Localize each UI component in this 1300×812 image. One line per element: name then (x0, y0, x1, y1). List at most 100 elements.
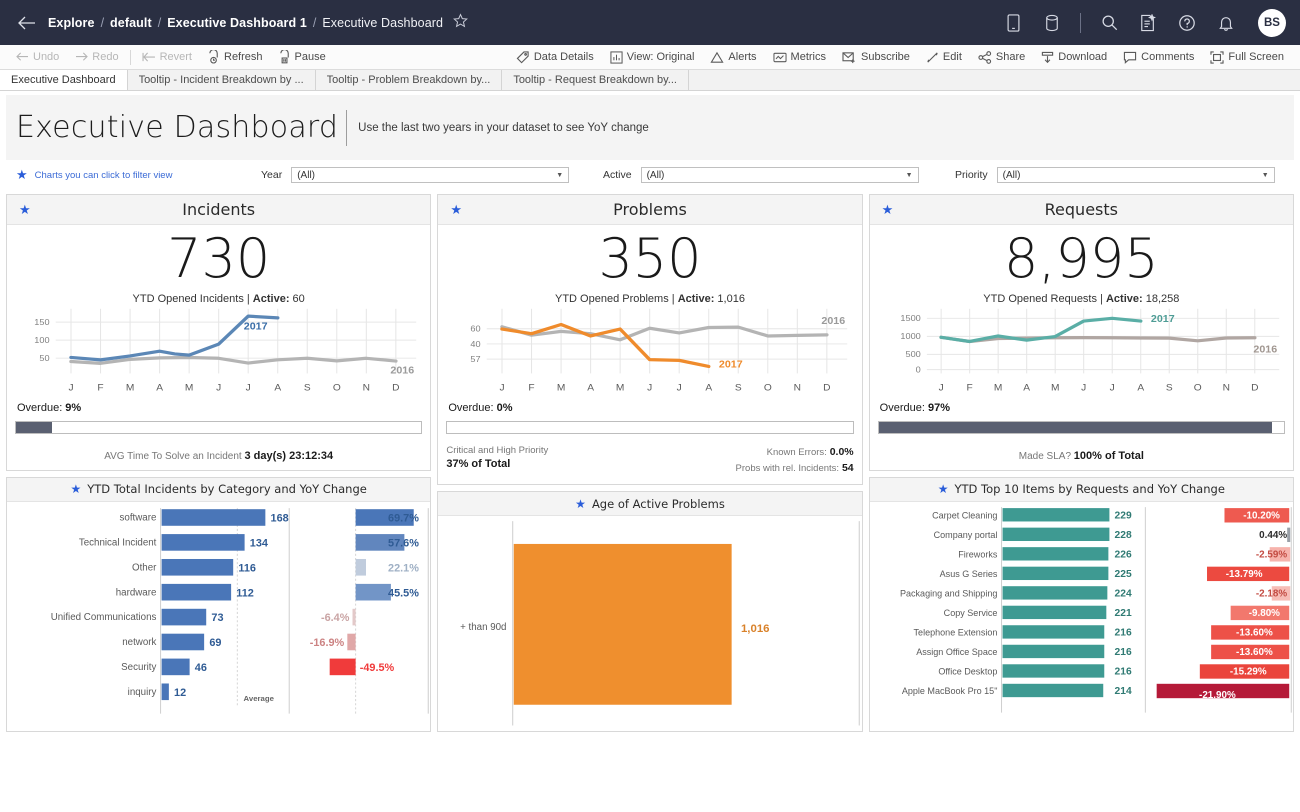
star-icon: ★ (450, 202, 462, 218)
help-icon[interactable] (1176, 12, 1198, 34)
problems-overdue-value: 0% (494, 402, 513, 414)
panel-requests-title: Requests (1045, 200, 1118, 219)
problems-overdue-line: Overdue: 0% (446, 400, 853, 414)
search-icon[interactable] (1098, 12, 1120, 34)
svg-text:168: 168 (271, 512, 289, 524)
problems-sparkline-chart[interactable]: 604057 2017 2016 JFM AMJ JAS OND (446, 305, 853, 400)
svg-text:M: M (1051, 382, 1059, 393)
svg-text:Apple MacBook Pro 15": Apple MacBook Pro 15" (901, 686, 997, 696)
panel-incidents-title: Incidents (182, 200, 255, 219)
panel-top-10-items[interactable]: ★ YTD Top 10 Items by Requests and YoY C… (869, 477, 1294, 732)
top-10-items-bar-chart[interactable]: Carpet CleaningCompany portal FireworksA… (870, 504, 1293, 715)
notifications-icon[interactable] (1215, 12, 1237, 34)
download-button[interactable]: Download (1033, 45, 1115, 69)
panel-problems[interactable]: ★ Problems 350 YTD Opened Problems | Act… (437, 194, 862, 485)
svg-text:40: 40 (471, 339, 481, 349)
panel-incidents-by-category[interactable]: ★ YTD Total Incidents by Category and Yo… (6, 477, 431, 732)
metrics-button[interactable]: Metrics (765, 45, 834, 69)
view-original-button[interactable]: View: Original (602, 45, 703, 69)
pause-button[interactable]: Pause (271, 45, 334, 69)
revert-button[interactable]: Revert (134, 45, 200, 69)
incidents-by-category-body: softwareTechnical Incident Otherhardware… (7, 502, 430, 731)
filter-priority: Priority (All) ▼ (955, 167, 1275, 183)
svg-text:150: 150 (34, 317, 49, 327)
comments-button[interactable]: Comments (1115, 45, 1202, 69)
incidents-overdue-line: Overdue: 9% (15, 400, 422, 414)
svg-text:57.6%: 57.6% (388, 537, 419, 549)
svg-text:73: 73 (211, 612, 223, 624)
tab-tooltip-incident-breakdown[interactable]: Tooltip - Incident Breakdown by ... (128, 70, 316, 90)
svg-text:226: 226 (1114, 549, 1131, 560)
filter-year-select[interactable]: (All) ▼ (291, 167, 569, 183)
svg-text:hardware: hardware (116, 587, 157, 598)
sheet-tab-bar: Executive Dashboard Tooltip - Incident B… (0, 70, 1300, 91)
tab-tooltip-problem-breakdown[interactable]: Tooltip - Problem Breakdown by... (316, 70, 503, 90)
svg-text:57: 57 (471, 354, 481, 364)
incidents-category-bar-chart[interactable]: softwareTechnical Incident Otherhardware… (7, 504, 430, 717)
kpi-incidents-subtitle: YTD Opened Incidents | Active: 60 (15, 293, 422, 305)
star-icon: ★ (19, 202, 31, 218)
chevron-down-icon: ▼ (1262, 172, 1269, 179)
mobile-icon[interactable] (1002, 12, 1024, 34)
svg-text:M: M (994, 382, 1002, 393)
fullscreen-button[interactable]: Full Screen (1202, 45, 1292, 69)
panel-problems-title: Problems (613, 200, 687, 219)
subscribe-button[interactable]: Subscribe (834, 45, 918, 69)
svg-text:-13.60%: -13.60% (1236, 647, 1273, 658)
redo-button[interactable]: Redo (67, 45, 126, 69)
page-title: Executive Dashboard (16, 110, 338, 145)
breadcrumb-default[interactable]: default (110, 16, 152, 30)
incidents-sparkline-chart[interactable]: 15010050 2017 2016 JFM AMJ JAS OND (15, 305, 422, 400)
breadcrumb-explore[interactable]: Explore (48, 16, 95, 30)
age-bucket-label: + than 90d (460, 622, 506, 633)
panel-top-10-items-title: YTD Top 10 Items by Requests and YoY Cha… (955, 482, 1225, 496)
panel-requests[interactable]: ★ Requests 8,995 YTD Opened Requests | A… (869, 194, 1294, 471)
kpi-sub-prefix: YTD Opened Requests | (983, 293, 1106, 305)
svg-text:M: M (126, 382, 134, 393)
svg-text:69.7%: 69.7% (388, 512, 419, 524)
star-outline-icon[interactable] (453, 13, 468, 32)
svg-text:228: 228 (1114, 530, 1131, 541)
database-icon[interactable] (1041, 12, 1063, 34)
svg-text:O: O (333, 382, 341, 393)
data-details-label: Data Details (534, 51, 594, 63)
svg-text:60: 60 (471, 324, 481, 334)
panel-age-of-active-problems[interactable]: ★ Age of Active Problems + than 90d 1,01… (437, 491, 862, 732)
clickable-charts-legend: ★ Charts you can click to filter view (16, 167, 261, 183)
data-details-button[interactable]: Data Details (508, 45, 602, 69)
new-workbook-icon[interactable] (1137, 12, 1159, 34)
svg-text:-2.18%: -2.18% (1256, 588, 1287, 599)
refresh-button[interactable]: Refresh (200, 45, 271, 69)
panel-incidents[interactable]: ★ Incidents 730 YTD Opened Incidents | A… (6, 194, 431, 471)
svg-text:-21.90%: -21.90% (1199, 690, 1236, 701)
alerts-button[interactable]: Alerts (702, 45, 764, 69)
svg-text:224: 224 (1114, 588, 1131, 599)
panel-incidents-body: 730 YTD Opened Incidents | Active: 60 (7, 225, 430, 470)
tab-tooltip-request-breakdown[interactable]: Tooltip - Request Breakdown by... (502, 70, 689, 90)
svg-text:22.1%: 22.1% (388, 562, 419, 574)
known-errors-label: Known Errors: (767, 447, 827, 458)
tab-executive-dashboard[interactable]: Executive Dashboard (0, 70, 128, 90)
share-button[interactable]: Share (970, 45, 1033, 69)
undo-button[interactable]: Undo (8, 45, 67, 69)
breadcrumb-workbook[interactable]: Executive Dashboard 1 (167, 16, 307, 30)
filter-row: ★ Charts you can click to filter view Ye… (6, 160, 1294, 190)
redo-label: Redo (92, 51, 118, 63)
chevron-down-icon: ▼ (906, 172, 913, 179)
alerts-label: Alerts (728, 51, 756, 63)
svg-text:45.5%: 45.5% (388, 587, 419, 599)
panel-incidents-header: ★ Incidents (7, 195, 430, 225)
age-of-active-problems-bar-chart[interactable]: + than 90d 1,016 (438, 518, 861, 731)
kpi-sub-label: Active: (678, 293, 715, 305)
svg-text:Telephone Extension: Telephone Extension (913, 627, 997, 637)
edit-button[interactable]: Edit (918, 45, 970, 69)
svg-text:214: 214 (1114, 686, 1131, 697)
requests-sparkline-chart[interactable]: 15001000 5000 2017 2016 JFM AMJ JAS OND (878, 305, 1285, 400)
filter-priority-select[interactable]: (All) ▼ (997, 167, 1275, 183)
refresh-label: Refresh (224, 51, 263, 63)
back-arrow-icon[interactable] (14, 10, 40, 36)
filter-active-select[interactable]: (All) ▼ (641, 167, 919, 183)
svg-text:Asus G Series: Asus G Series (939, 569, 997, 579)
avatar[interactable]: BS (1258, 9, 1286, 37)
star-icon: ★ (575, 497, 586, 511)
